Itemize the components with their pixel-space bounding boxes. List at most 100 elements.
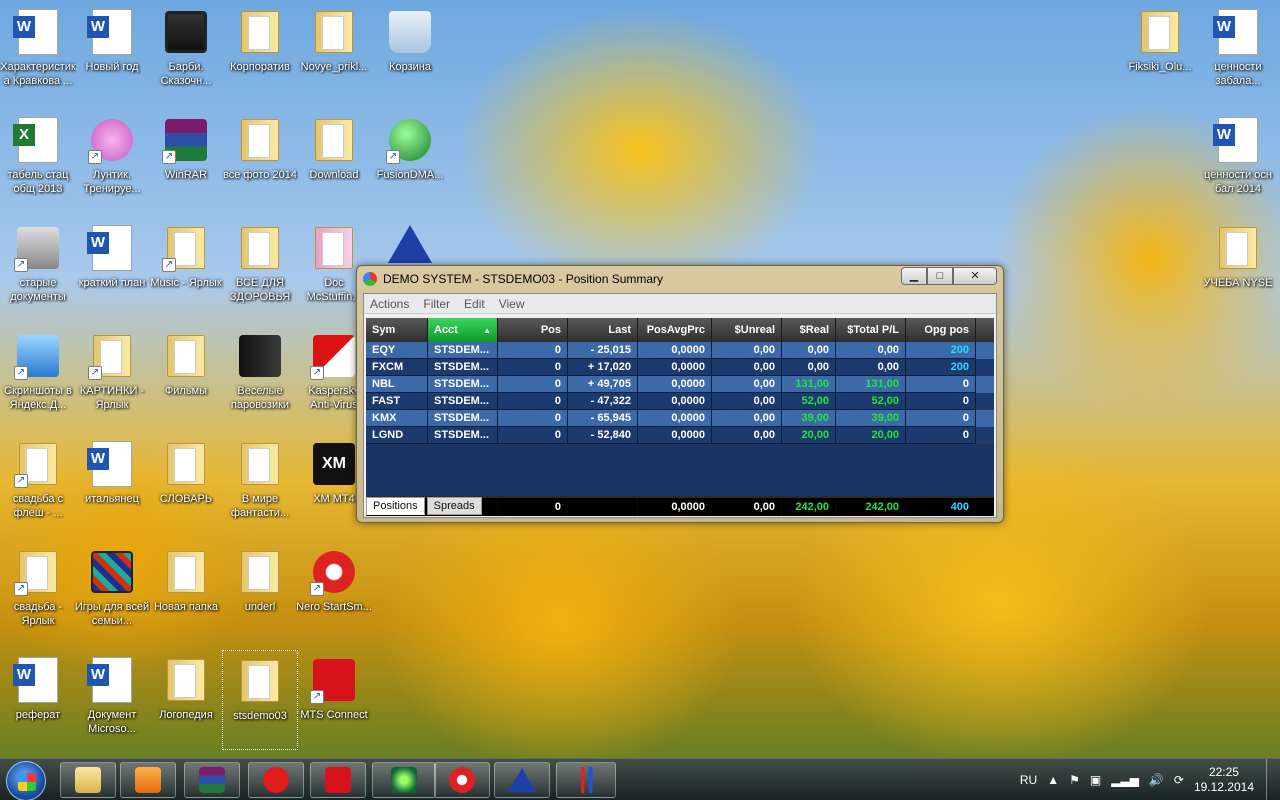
desktop-icon-kartinki[interactable]: ↗ КАРТИНКИ - Ярлык [74, 326, 150, 426]
desktop-icon-tabel[interactable]: табель стац общ 2013 [0, 110, 76, 210]
desktop-icon-novye-prikl[interactable]: Novye_prikl... [296, 2, 372, 102]
desktop-icon-filmy[interactable]: Фильмы [148, 326, 224, 426]
cell-unreal: 0,00 [712, 359, 782, 376]
word-doc-icon [13, 657, 58, 703]
desktop-icon-italyanec[interactable]: итальянец [74, 434, 150, 534]
device-icon[interactable]: ▣ [1090, 773, 1101, 787]
desktop-icon-stsdemo03[interactable]: stsdemo03 [222, 650, 298, 750]
desktop-icon-logopediya[interactable]: Логопедия [148, 650, 224, 750]
desktop-icon-korzina[interactable]: Корзина [372, 2, 448, 102]
col-header-acct-label: Acct [434, 324, 458, 336]
cell-posavgprc: 0,0000 [638, 393, 712, 410]
desktop-icon-nero[interactable]: ↗ Nero StartSm... [296, 542, 372, 642]
volume-icon[interactable]: 🔊 [1149, 773, 1164, 787]
taskbar-winrar[interactable] [184, 762, 240, 798]
taskbar-nero[interactable] [434, 762, 490, 798]
desktop-icon-barbi[interactable]: Барби. Сказочн... [148, 2, 224, 102]
desktop-icon-fusiondma[interactable]: ↗ FusionDMA... [372, 110, 448, 210]
col-header-last[interactable]: Last [568, 318, 638, 342]
taskbar-sts-pyramid[interactable] [494, 762, 550, 798]
minimize-button[interactable]: ▁ [901, 267, 927, 285]
col-header-acct[interactable]: Acct ▲ [428, 318, 498, 342]
desktop-icon-music[interactable]: ↗ Music - Ярлык [148, 218, 224, 318]
desktop-icon-veselye-parovoziki[interactable]: Веселые паровозики [222, 326, 298, 426]
cell-posavgprc: 0,0000 [638, 342, 712, 359]
maximize-button[interactable]: □ [927, 267, 953, 285]
desktop-icon-mts-connect[interactable]: ↗ MTS Connect [296, 650, 372, 750]
table-row[interactable]: LGND STSDEM... 0 - 52,840 0,0000 0,00 20… [366, 427, 994, 444]
desktop-icon-korporativ[interactable]: Корпоратив [222, 2, 298, 102]
menu-edit[interactable]: Edit [464, 297, 485, 311]
col-header-total-pl[interactable]: $Total P/L [836, 318, 906, 342]
network-signal-icon[interactable]: ▂▃▅ [1111, 773, 1139, 787]
desktop-icon-starye-dokumenty[interactable]: ↗ старые документы [0, 218, 76, 318]
desktop-icon-dokument-microsoft[interactable]: Документ Microso... [74, 650, 150, 750]
menu-filter[interactable]: Filter [423, 297, 450, 311]
desktop-icon-novyi-god[interactable]: Новый год [74, 2, 150, 102]
position-summary-window[interactable]: DEMO SYSTEM - STSDEMO03 - Position Summa… [356, 265, 1004, 523]
show-desktop-button[interactable] [1266, 759, 1280, 800]
menu-view[interactable]: View [499, 297, 525, 311]
language-indicator[interactable]: RU [1020, 773, 1037, 787]
window-controls: ▁ □ ✕ [901, 267, 997, 285]
desktop-icon-slovar[interactable]: СЛОВАРЬ [148, 434, 224, 534]
cell-opg-pos: 0 [906, 376, 976, 393]
folder-icon [167, 551, 205, 593]
table-row[interactable]: NBL STSDEM... 0 + 49,705 0,0000 0,00 131… [366, 376, 994, 393]
total-opg-pos: 400 [906, 498, 976, 516]
taskbar-mts-connect[interactable] [310, 762, 366, 798]
clock[interactable]: 22:25 19.12.2014 [1194, 765, 1254, 795]
cell-last: + 49,705 [568, 376, 638, 393]
col-header-sym[interactable]: Sym [366, 318, 428, 342]
taskbar-explorer[interactable] [60, 762, 116, 798]
menu-actions[interactable]: Actions [370, 297, 409, 311]
col-header-real[interactable]: $Real [782, 318, 836, 342]
desktop-icon-cennosti-osn-bal[interactable]: ценности осн бал 2014 [1200, 110, 1276, 210]
desktop-icon-fiksiki[interactable]: Fiksiki_Olu... [1122, 2, 1198, 102]
col-header-unreal[interactable]: $Unreal [712, 318, 782, 342]
desktop-icon-luntik[interactable]: ↗ Лунтик. Тренируе... [74, 110, 150, 210]
close-button[interactable]: ✕ [953, 267, 997, 285]
col-header-opg-pos[interactable]: Opg pos [906, 318, 976, 342]
desktop-icon-igry[interactable]: Игры для всей семьи... [74, 542, 150, 642]
desktop-icon-doc-harakteristika[interactable]: Характеристика Кравкова ... [0, 2, 76, 102]
desktop-icon-kratkiy-plan[interactable]: краткий план [74, 218, 150, 318]
tab-positions[interactable]: Positions [366, 497, 425, 515]
cell-unreal: 0,00 [712, 376, 782, 393]
desktop-icon-v-mire-fantastiki[interactable]: В мире фантасти... [222, 434, 298, 534]
desktop-icon-underl[interactable]: underl [222, 542, 298, 642]
cell-acct: STSDEM... [428, 376, 498, 393]
table-row[interactable]: KMX STSDEM... 0 - 65,945 0,0000 0,00 39,… [366, 410, 994, 427]
show-hidden-icons-button[interactable]: ▲ [1047, 773, 1059, 787]
desktop-icon-ucheba-nyse[interactable]: УЧЕБА NYSE [1200, 218, 1276, 318]
desktop-icon-winrar[interactable]: ↗ WinRAR [148, 110, 224, 210]
desktop-icon-cennosti-zabala[interactable]: ценности забала... [1200, 2, 1276, 102]
desktop-icon-download[interactable]: Download [296, 110, 372, 210]
cell-real: 52,00 [782, 393, 836, 410]
desktop-icon-svadba-flesh[interactable]: ↗ свадьба с флеш - ... [0, 434, 76, 534]
cell-posavgprc: 0,0000 [638, 427, 712, 444]
col-header-pos[interactable]: Pos [498, 318, 568, 342]
taskbar-position-summary[interactable] [556, 762, 616, 798]
taskbar-star-app[interactable] [372, 762, 436, 798]
start-button[interactable] [6, 761, 46, 800]
desktop-icon-skrinshoty[interactable]: ↗ Скриншоты в Яндекс.Д... [0, 326, 76, 426]
desktop-icon-novaya-papka[interactable]: Новая папка [148, 542, 224, 642]
taskbar-yandex[interactable] [248, 762, 304, 798]
desktop-icon-svadba-yarlyk[interactable]: ↗ свадьба - Ярлык [0, 542, 76, 642]
desktop-icon-vse-dlya-zdorovya[interactable]: ВСЕ ДЛЯ ЗДОРОВЬЯ [222, 218, 298, 318]
window-titlebar[interactable]: DEMO SYSTEM - STSDEMO03 - Position Summa… [357, 266, 1003, 292]
col-header-posavgprc[interactable]: PosAvgPrc [638, 318, 712, 342]
cell-opg-pos: 200 [906, 359, 976, 376]
table-row[interactable]: FXCM STSDEM... 0 + 17,020 0,0000 0,00 0,… [366, 359, 994, 376]
tab-spreads[interactable]: Spreads [426, 497, 482, 515]
taskbar-media-player[interactable] [120, 762, 176, 798]
desktop-icon-vse-foto[interactable]: все фото 2014 [222, 110, 298, 210]
desktop-icon-sts-pyramid[interactable] [372, 218, 448, 264]
action-center-flag-icon[interactable]: ⚑ [1069, 773, 1080, 787]
network-status-icon[interactable]: ⟳ [1174, 773, 1184, 787]
pyramid-icon [508, 768, 536, 792]
desktop-icon-referat[interactable]: реферат [0, 650, 76, 750]
table-row[interactable]: FAST STSDEM... 0 - 47,322 0,0000 0,00 52… [366, 393, 994, 410]
table-row[interactable]: EQY STSDEM... 0 - 25,015 0,0000 0,00 0,0… [366, 342, 994, 359]
